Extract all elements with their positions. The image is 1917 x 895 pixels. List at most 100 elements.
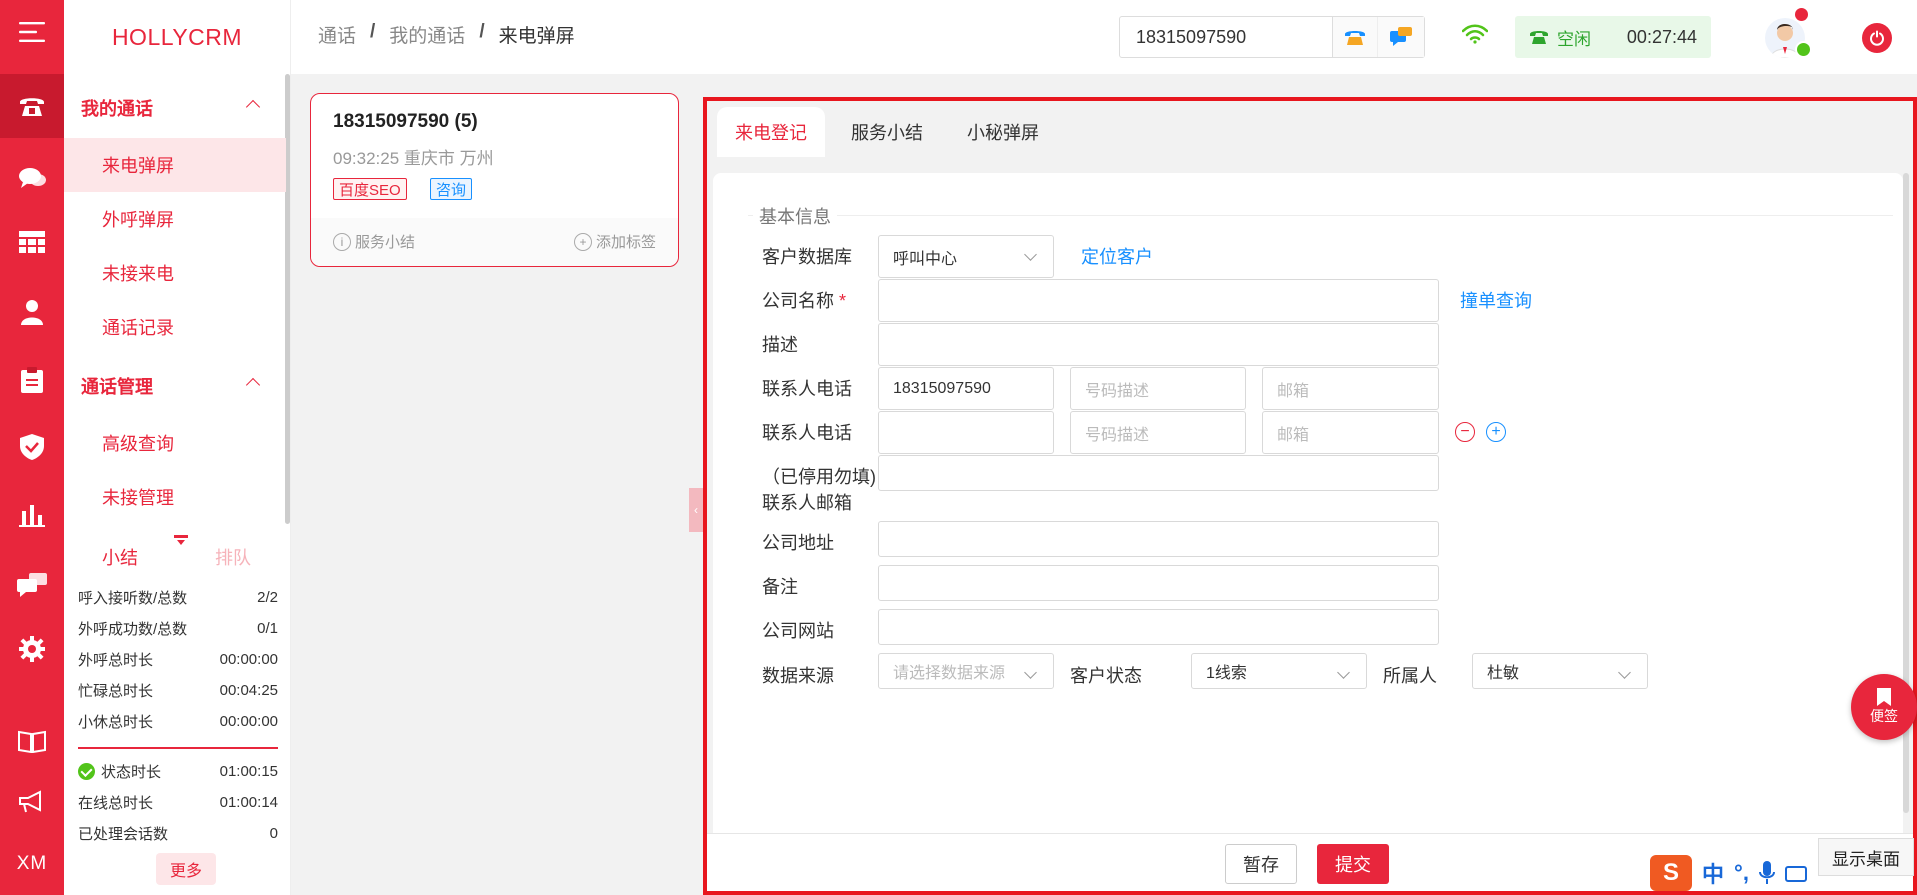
email-input-2[interactable]: 邮箱 [1262, 411, 1439, 454]
breadcrumb-current: 来电弹屏 [498, 26, 575, 47]
owner-select[interactable]: 杜敏 [1472, 653, 1648, 689]
summary-tabs: 小结 排队 [64, 530, 286, 580]
brand-logo: HOLLYCRM [111, 23, 243, 50]
company-name-label: 公司名称 * [762, 291, 847, 311]
top-header: 通话 / 我的通话 / 来电弹屏 18315097590 空闲 00:27:44 [291, 0, 1917, 74]
chat-icon[interactable] [0, 146, 64, 210]
plus-circle-icon: + [573, 232, 592, 251]
table-icon[interactable] [0, 210, 64, 274]
add-tag-link[interactable]: + 添加标签 [573, 231, 656, 252]
service-summary-link[interactable]: i 服务小结 [333, 231, 415, 252]
description-input[interactable] [878, 323, 1439, 366]
remove-row-icon[interactable]: − [1455, 422, 1475, 442]
remark-label: 备注 [762, 577, 798, 597]
keyboard-icon[interactable] [1784, 863, 1807, 883]
note-button[interactable]: 便签 [1851, 674, 1917, 740]
status-phone-icon [1530, 31, 1548, 44]
book-icon[interactable] [0, 709, 64, 773]
caret-down-icon [177, 540, 185, 545]
duplicate-check-link[interactable]: 撞单查询 [1460, 287, 1532, 313]
section-title: 基本信息 [753, 203, 837, 229]
breadcrumb: 通话 / 我的通话 / 来电弹屏 [318, 21, 575, 48]
stat-row: 在线总时长 01:00:14 [78, 794, 278, 812]
save-draft-button[interactable]: 暂存 [1225, 844, 1297, 884]
ime-logo: S [1650, 855, 1692, 891]
user-initials[interactable]: XM [0, 832, 64, 895]
gear-icon[interactable] [0, 617, 64, 681]
stat-row: 小休总时长 00:00:00 [78, 713, 278, 731]
agent-status[interactable]: 空闲 00:27:44 [1515, 16, 1711, 58]
add-row-icon[interactable]: + [1486, 422, 1506, 442]
sidebar-item-missed-calls[interactable]: 未接来电 [64, 246, 286, 300]
customer-db-select[interactable]: 呼叫中心 [878, 235, 1054, 278]
call-meta: 09:32:25 重庆市 万州 [333, 149, 494, 168]
dial-phone-icon[interactable] [1332, 17, 1379, 57]
locate-customer-link[interactable]: 定位客户 [1081, 243, 1153, 269]
sms-icon[interactable] [1378, 17, 1424, 57]
phone-description-input-2[interactable]: 号码描述 [1070, 411, 1246, 454]
power-icon[interactable] [1862, 23, 1892, 53]
stat-row: 已处理会话数 0 [78, 825, 278, 843]
ime-toolbar[interactable]: S 中 °, [1650, 855, 1807, 891]
form-panel: 来电登记 服务小结 小秘弹屏 基本信息 客户数据库 呼叫中心 定位客户 公司名称… [703, 97, 1917, 895]
check-circle-icon [78, 763, 95, 780]
sidebar-item-incoming-popup[interactable]: 来电弹屏 [64, 138, 286, 192]
sidebar-item-missed-management[interactable]: 未接管理 [64, 470, 286, 524]
description-label: 描述 [762, 335, 798, 355]
customer-status-label: 客户状态 [1070, 666, 1142, 686]
form-tabs: 来电登记 服务小结 小秘弹屏 [717, 107, 1057, 157]
remark-input[interactable] [878, 565, 1439, 601]
stat-row: 外呼总时长 00:00:00 [78, 651, 278, 669]
sidebar: HOLLYCRM 我的通话 来电弹屏 外呼弹屏 未接来电 通话记录 通话管理 高… [64, 0, 291, 895]
contact-phone-input[interactable]: 18315097590 [878, 367, 1054, 410]
sidebar-group-my-calls[interactable]: 我的通话 [64, 81, 286, 135]
sidebar-item-outbound-popup[interactable]: 外呼弹屏 [64, 192, 286, 246]
website-input[interactable] [878, 609, 1439, 645]
caller-number: 18315097590 (5) [333, 111, 478, 132]
ime-mode[interactable]: 中 [1702, 857, 1724, 889]
breadcrumb-item[interactable]: 我的通话 [389, 21, 465, 48]
email-input[interactable]: 邮箱 [1262, 367, 1439, 410]
tab-secretary-popup[interactable]: 小秘弹屏 [949, 107, 1057, 157]
collapse-left-icon[interactable]: ‹ [689, 488, 703, 532]
bar-chart-icon[interactable] [0, 483, 64, 547]
punctuation-icon[interactable]: °, [1734, 860, 1749, 886]
shield-icon[interactable] [0, 415, 64, 479]
stats-list-2: 状态时长 01:00:15 在线总时长 01:00:14 已处理会话数 0 [78, 756, 278, 849]
data-source-label: 数据来源 [762, 666, 834, 686]
wifi-icon [1461, 24, 1489, 49]
sidebar-group-call-management[interactable]: 通话管理 [64, 359, 286, 413]
clipboard-icon[interactable] [0, 348, 64, 412]
contact-phone-label: 联系人电话 [762, 379, 852, 399]
submit-button[interactable]: 提交 [1317, 844, 1389, 884]
message-icon[interactable] [0, 553, 64, 617]
stats-list: 呼入接听数/总数 2/2 外呼成功数/总数 0/1 外呼总时长 00:00:00 忙碌… [78, 582, 278, 737]
sidebar-item-call-records[interactable]: 通话记录 [64, 300, 286, 354]
company-address-input[interactable] [878, 521, 1439, 557]
tab-incoming-register[interactable]: 来电登记 [717, 107, 825, 157]
tab-summary[interactable]: 小结 [102, 544, 138, 570]
collapse-bar-icon[interactable] [174, 535, 188, 538]
user-icon[interactable] [0, 280, 64, 344]
microphone-icon[interactable] [1758, 861, 1775, 885]
call-card[interactable]: 18315097590 (5) 09:32:25 重庆市 万州 百度SEO 咨询… [310, 93, 679, 267]
stat-row: 忙碌总时长 00:04:25 [78, 682, 278, 700]
megaphone-icon[interactable] [0, 770, 64, 834]
chevron-up-icon [245, 377, 261, 393]
contact-phone-input-2[interactable] [878, 411, 1054, 454]
phone-input[interactable]: 18315097590 [1120, 17, 1333, 57]
company-name-input[interactable] [878, 279, 1439, 322]
owner-label: 所属人 [1383, 666, 1437, 686]
sidebar-item-advanced-query[interactable]: 高级查询 [64, 416, 286, 470]
more-button[interactable]: 更多 [156, 853, 216, 885]
phone-icon[interactable] [0, 74, 64, 138]
customer-status-select[interactable]: 1线索 [1191, 653, 1367, 689]
data-source-select[interactable]: 请选择数据来源 [878, 653, 1054, 689]
phone-description-input[interactable]: 号码描述 [1070, 367, 1246, 410]
breadcrumb-item[interactable]: 通话 [318, 21, 356, 48]
menu-toggle-icon[interactable] [0, 0, 64, 64]
tab-queue[interactable]: 排队 [215, 544, 251, 570]
divider [78, 747, 278, 749]
tab-service-summary[interactable]: 服务小结 [833, 107, 941, 157]
contact-email-input[interactable] [878, 455, 1439, 491]
